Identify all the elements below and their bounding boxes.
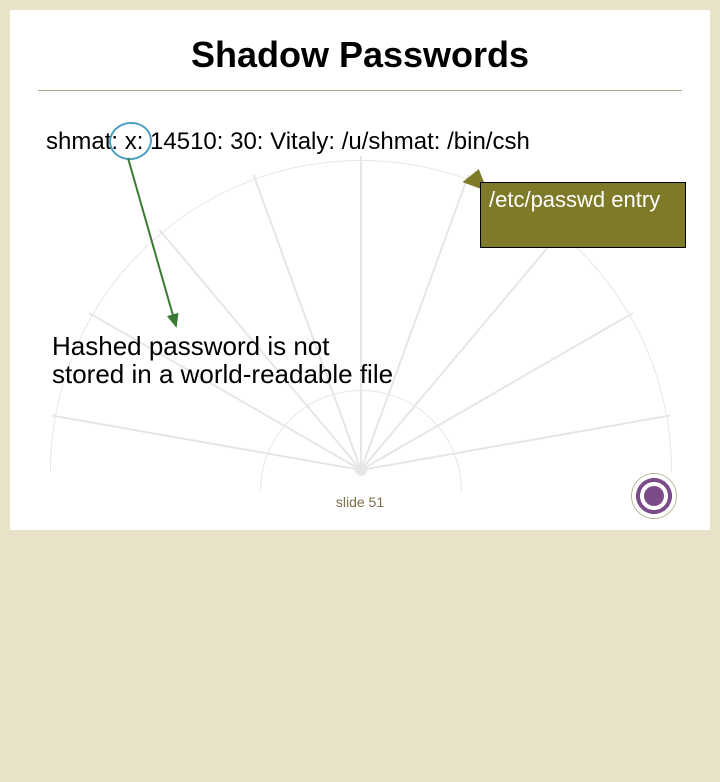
etc-passwd-callout: /etc/passwd entry xyxy=(480,182,686,248)
explanation-text: Hashed password is notstored in a world-… xyxy=(52,332,393,388)
slide-number: slide 51 xyxy=(10,494,710,510)
slide-inner: Shadow Passwords shmat: x: 14510: 30: Vi… xyxy=(10,10,710,530)
seal-icon xyxy=(632,474,676,518)
title-divider xyxy=(38,90,682,91)
slide-title: Shadow Passwords xyxy=(10,34,710,76)
arrow-to-explanation xyxy=(90,140,230,340)
